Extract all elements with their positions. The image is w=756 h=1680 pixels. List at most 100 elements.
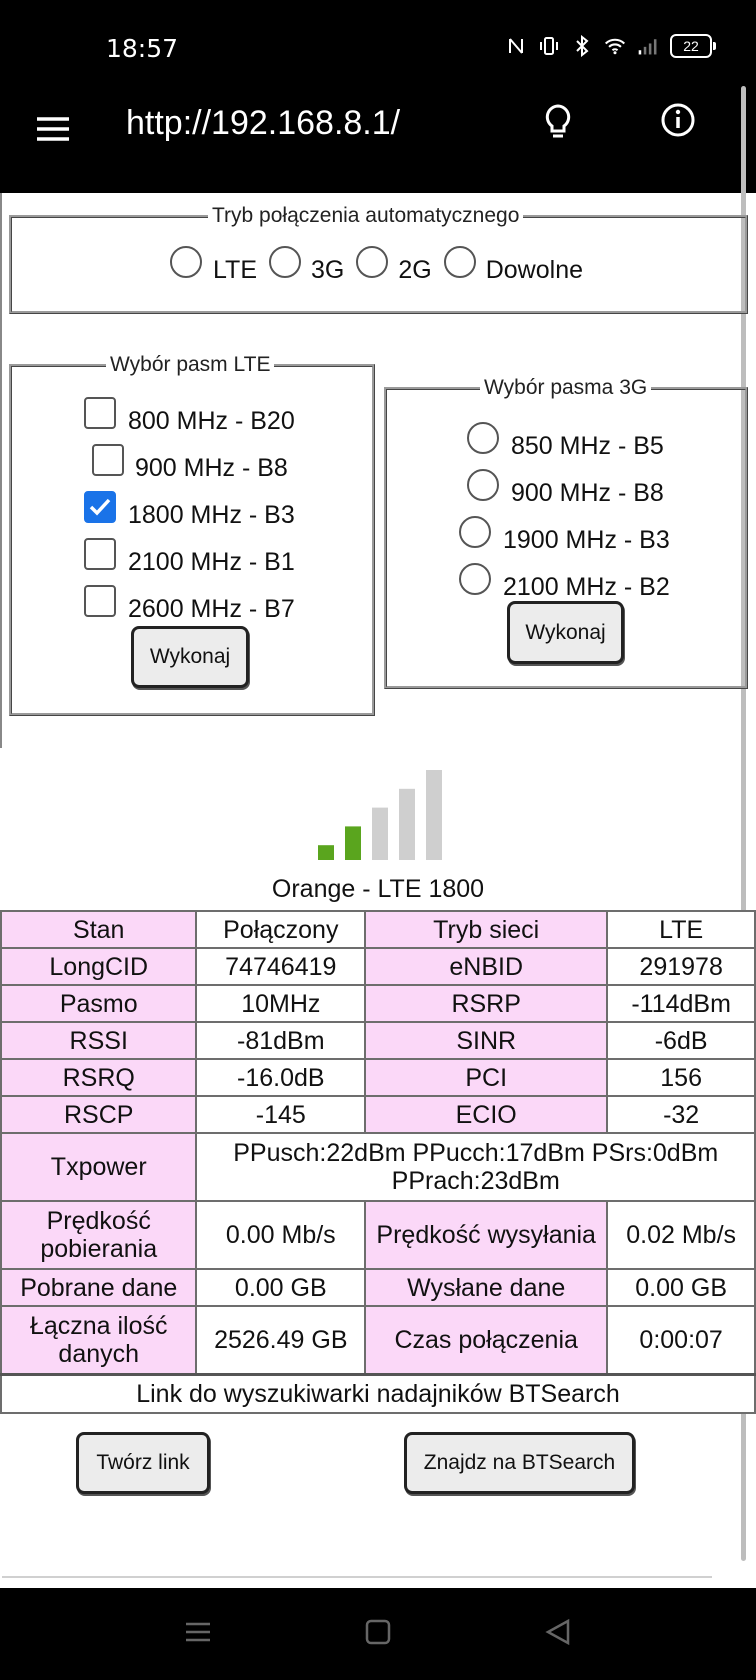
radio-3g[interactable]	[269, 246, 301, 278]
status-table: Stan Połączony Tryb sieci LTE LongCID 74…	[0, 910, 756, 1414]
checkbox-b20-label: 800 MHz - B20	[128, 407, 295, 435]
signal-bar-active	[345, 826, 361, 860]
radio-3g-b2-label: 2100 MHz - B2	[503, 573, 670, 601]
3g-apply-button[interactable]: Wykonaj	[507, 601, 624, 664]
table-label: PCI	[364, 1058, 609, 1097]
lte-bands-legend: Wybór pasm LTE	[110, 353, 271, 376]
status-bar: 18:57 22	[0, 0, 756, 96]
navigation-bar	[0, 1588, 756, 1680]
checkbox-b1-label: 2100 MHz - B1	[128, 548, 295, 576]
table-label: Wysłane dane	[364, 1268, 609, 1307]
checkbox-b7[interactable]	[84, 585, 116, 617]
radio-lte[interactable]	[170, 246, 202, 278]
table-label: Pasmo	[0, 984, 198, 1023]
radio-3g-b5-label: 850 MHz - B5	[511, 432, 664, 460]
table-value: -16.0dB	[195, 1058, 367, 1097]
table-value: 291978	[606, 947, 756, 986]
vibrate-icon	[538, 35, 560, 57]
table-row: Pasmo 10MHz RSRP -114dBm	[0, 984, 756, 1023]
nfc-icon	[505, 35, 527, 57]
txpower-value: PPusch:22dBm PPucch:17dBm PSrs:0dBm PPra…	[195, 1132, 756, 1202]
table-value: 156	[606, 1058, 756, 1097]
table-row: Stan Połączony Tryb sieci LTE	[0, 910, 756, 949]
signal-bar-inactive	[372, 807, 388, 860]
radio-3g-b3[interactable]	[459, 516, 491, 548]
table-value: 0.02 Mb/s	[606, 1200, 756, 1270]
table-value: -145	[195, 1095, 367, 1134]
lightbulb-icon[interactable]	[540, 102, 576, 142]
table-label: Prędkość pobierania	[0, 1200, 198, 1270]
btsearch-title: Link do wyszukiwarki nadajników BTSearch	[0, 1372, 756, 1414]
checkbox-b1[interactable]	[84, 538, 116, 570]
menu-icon[interactable]	[36, 112, 70, 146]
checkbox-b3[interactable]	[84, 491, 116, 523]
radio-any-label: Dowolne	[485, 255, 583, 284]
checkbox-b8-label: 900 MHz - B8	[135, 454, 288, 482]
checkmark-icon	[89, 498, 111, 516]
recent-apps-icon[interactable]	[184, 1618, 212, 1651]
home-icon[interactable]	[364, 1618, 392, 1651]
table-row: Prędkość pobierania 0.00 Mb/s Prędkość w…	[0, 1200, 756, 1270]
table-label: SINR	[364, 1021, 609, 1060]
3g-bands-legend: Wybór pasma 3G	[484, 376, 648, 399]
auto-mode-legend: Tryb połączenia automatycznego	[212, 204, 520, 227]
table-value: 0.00 GB	[606, 1268, 756, 1307]
signal-strength-icon	[318, 770, 442, 860]
page-edge	[0, 193, 2, 748]
radio-3g-b5[interactable]	[467, 422, 499, 454]
radio-lte-label: LTE	[213, 255, 257, 284]
table-value: 0:00:07	[606, 1305, 756, 1375]
divider	[2, 1576, 712, 1578]
network-caption: Orange - LTE 1800	[271, 875, 485, 903]
table-label: eNBID	[364, 947, 609, 986]
table-row: RSRQ -16.0dB PCI 156	[0, 1058, 756, 1097]
create-link-button[interactable]: Twórz link	[76, 1432, 210, 1494]
checkbox-b7-label: 2600 MHz - B7	[128, 595, 295, 623]
radio-any[interactable]	[443, 246, 476, 278]
table-value: Połączony	[195, 910, 367, 949]
cell-signal-icon	[637, 35, 659, 57]
wifi-icon	[604, 35, 626, 57]
checkbox-b8[interactable]	[92, 444, 124, 476]
table-row: Txpower PPusch:22dBm PPucch:17dBm PSrs:0…	[0, 1132, 756, 1202]
radio-3g-b8[interactable]	[467, 469, 499, 501]
auto-mode-fieldset: Tryb połączenia automatycznego LTE 3G 2G…	[9, 204, 748, 314]
table-label: RSCP	[0, 1095, 198, 1134]
table-label: RSRQ	[0, 1058, 198, 1097]
status-icons: 22	[505, 34, 716, 58]
table-row: LongCID 74746419 eNBID 291978	[0, 947, 756, 986]
table-value: LTE	[606, 910, 756, 949]
table-value: 2526.49 GB	[195, 1305, 367, 1375]
find-btsearch-button[interactable]: Znajdz na BTSearch	[404, 1432, 635, 1494]
battery-icon: 22	[670, 34, 716, 58]
checkbox-b3-label: 1800 MHz - B3	[128, 501, 295, 529]
table-label: Pobrane dane	[0, 1268, 198, 1307]
checkbox-b20[interactable]	[84, 397, 116, 429]
bluetooth-icon	[571, 35, 593, 57]
table-row: RSCP -145 ECIO -32	[0, 1095, 756, 1134]
back-icon[interactable]	[544, 1618, 572, 1651]
table-label: RSSI	[0, 1021, 198, 1060]
signal-bar-active	[318, 845, 334, 860]
auto-mode-options: LTE 3G 2G Dowolne	[170, 246, 583, 286]
signal-bar-inactive	[399, 788, 415, 860]
page-url: http://192.168.8.1/	[126, 104, 401, 142]
table-row: Łączna ilość danych 2526.49 GB Czas połą…	[0, 1305, 756, 1375]
table-label: Czas połączenia	[364, 1305, 609, 1375]
table-value: -114dBm	[606, 984, 756, 1023]
table-value: 0.00 GB	[195, 1268, 367, 1307]
radio-2g[interactable]	[356, 246, 389, 278]
radio-2g-label: 2G	[398, 255, 432, 284]
radio-3g-b2[interactable]	[459, 563, 491, 595]
table-value: -6dB	[606, 1021, 756, 1060]
app-bar: http://192.168.8.1/	[0, 96, 756, 193]
table-label: Prędkość wysyłania	[364, 1200, 609, 1270]
lte-apply-button[interactable]: Wykonaj	[131, 626, 249, 688]
table-row: Link do wyszukiwarki nadajników BTSearch	[0, 1372, 756, 1414]
table-value: -32	[606, 1095, 756, 1134]
table-label: LongCID	[0, 947, 198, 986]
table-label: Łączna ilość danych	[0, 1305, 198, 1375]
table-label: Stan	[0, 910, 198, 949]
table-value: -81dBm	[195, 1021, 367, 1060]
info-icon[interactable]	[660, 102, 696, 138]
